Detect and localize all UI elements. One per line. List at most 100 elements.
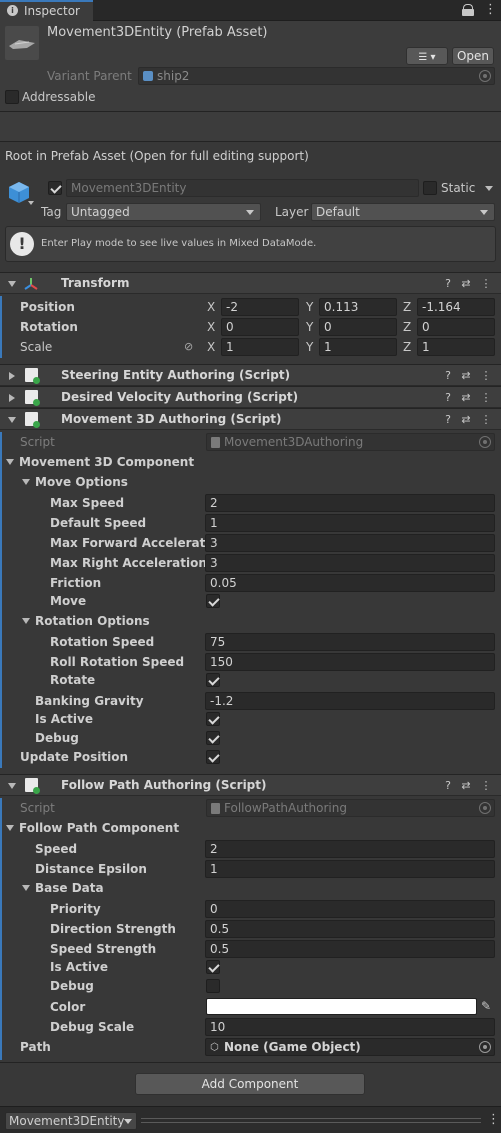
- entity-dropdown[interactable]: Movement3DEntity: [5, 1112, 137, 1130]
- desired-velocity-header[interactable]: Desired Velocity Authoring (Script) ? ⇄ …: [0, 386, 501, 408]
- foldout-arrow-icon[interactable]: [6, 459, 14, 465]
- debug-scale-field[interactable]: 10: [205, 1018, 495, 1036]
- direction-strength-field[interactable]: 0.5: [205, 920, 495, 938]
- max-forward-accel-field[interactable]: 3: [205, 534, 495, 552]
- scale-z-field[interactable]: 1: [417, 338, 495, 356]
- foldout-arrow-icon[interactable]: [8, 417, 16, 423]
- context-menu-icon[interactable]: ⋮: [480, 779, 492, 792]
- context-menu-icon[interactable]: ⋮: [480, 413, 492, 426]
- static-dropdown-arrow[interactable]: [485, 186, 493, 191]
- preset-icon[interactable]: ⇄: [460, 391, 472, 404]
- speed-strength-field[interactable]: 0.5: [205, 940, 495, 958]
- steering-entity-header[interactable]: Steering Entity Authoring (Script) ? ⇄ ⋮: [0, 364, 501, 386]
- rotation-z-field[interactable]: 0: [417, 318, 495, 336]
- icon-dropdown-arrow[interactable]: [28, 201, 34, 205]
- tab-inspector[interactable]: i Inspector: [0, 0, 93, 21]
- follow-component-label[interactable]: Follow Path Component: [19, 820, 179, 836]
- rotate-checkbox[interactable]: [206, 673, 220, 687]
- active-checkbox[interactable]: [48, 181, 62, 195]
- roll-rotation-speed-field[interactable]: 150: [205, 653, 495, 671]
- scale-x-field[interactable]: 1: [221, 338, 299, 356]
- foldout-arrow-icon[interactable]: [8, 281, 16, 287]
- follow-is-active-checkbox[interactable]: [206, 960, 220, 974]
- foldout-arrow-icon[interactable]: [9, 394, 15, 402]
- max-speed-field[interactable]: 2: [205, 494, 495, 512]
- rotation-x-field[interactable]: 0: [221, 318, 299, 336]
- prefab-menu-button[interactable]: ☰ ▾: [406, 47, 448, 65]
- tag-dropdown[interactable]: Untagged: [66, 203, 261, 221]
- preset-icon[interactable]: ⇄: [460, 779, 472, 792]
- help-icon[interactable]: ?: [442, 277, 454, 290]
- speed-field[interactable]: 2: [205, 840, 495, 858]
- rotation-options-label[interactable]: Rotation Options: [35, 613, 150, 629]
- preset-icon[interactable]: ⇄: [460, 369, 472, 382]
- move-checkbox[interactable]: [206, 594, 220, 608]
- link-icon[interactable]: ⊘: [184, 340, 193, 353]
- resize-handle[interactable]: [141, 1118, 481, 1123]
- object-picker-icon[interactable]: [479, 802, 491, 814]
- foldout-arrow-icon[interactable]: [6, 825, 14, 831]
- move-options-label[interactable]: Move Options: [35, 474, 128, 490]
- preset-icon[interactable]: ⇄: [460, 413, 472, 426]
- max-right-accel-field[interactable]: 3: [205, 554, 495, 572]
- tab-menu-icon[interactable]: ⋮: [484, 2, 497, 18]
- scale-y-field[interactable]: 1: [319, 338, 397, 356]
- default-speed-field[interactable]: 1: [205, 514, 495, 532]
- path-field[interactable]: ⬡ None (Game Object): [205, 1038, 495, 1056]
- gameobject-name-field[interactable]: Movement3DEntity: [66, 179, 419, 197]
- axis-z-label[interactable]: Z: [403, 339, 411, 355]
- axis-x-label[interactable]: X: [207, 319, 215, 335]
- context-menu-icon[interactable]: ⋮: [480, 277, 492, 290]
- rotation-y-field[interactable]: 0: [319, 318, 397, 336]
- help-icon[interactable]: ?: [442, 779, 454, 792]
- object-picker-icon[interactable]: [479, 70, 491, 82]
- movement-debug-checkbox[interactable]: [206, 731, 220, 745]
- static-checkbox[interactable]: [423, 181, 437, 195]
- path-value: None (Game Object): [224, 1040, 361, 1054]
- foldout-arrow-icon[interactable]: [9, 372, 15, 380]
- foldout-arrow-icon[interactable]: [22, 479, 30, 485]
- banking-gravity-field[interactable]: -1.2: [205, 692, 495, 710]
- context-menu-icon[interactable]: ⋮: [480, 369, 492, 382]
- update-position-checkbox[interactable]: [206, 750, 220, 764]
- help-icon[interactable]: ?: [442, 413, 454, 426]
- open-button[interactable]: Open: [452, 47, 494, 65]
- base-data-label[interactable]: Base Data: [35, 880, 104, 896]
- roll-rotation-speed-label: Roll Rotation Speed: [50, 655, 185, 669]
- axis-y-label[interactable]: Y: [306, 299, 313, 315]
- friction-field[interactable]: 0.05: [205, 574, 495, 592]
- movement-component-label[interactable]: Movement 3D Component: [19, 454, 194, 470]
- movement-is-active-checkbox[interactable]: [206, 712, 220, 726]
- position-y-field[interactable]: 0.113: [319, 298, 397, 316]
- foldout-arrow-icon[interactable]: [8, 783, 16, 789]
- preset-icon[interactable]: ⇄: [460, 277, 472, 290]
- foldout-arrow-icon[interactable]: [22, 885, 30, 891]
- axis-y-label[interactable]: Y: [306, 339, 313, 355]
- context-menu-icon[interactable]: ⋮: [480, 391, 492, 404]
- movement-3d-header[interactable]: Movement 3D Authoring (Script) ? ⇄ ⋮: [0, 408, 501, 430]
- axis-z-label[interactable]: Z: [403, 319, 411, 335]
- axis-x-label[interactable]: X: [207, 339, 215, 355]
- axis-z-label[interactable]: Z: [403, 299, 411, 315]
- object-picker-icon[interactable]: [479, 1041, 491, 1053]
- footer-menu-icon[interactable]: ⋮: [487, 1112, 500, 1128]
- axis-y-label[interactable]: Y: [306, 319, 313, 335]
- position-z-field[interactable]: -1.164: [417, 298, 495, 316]
- help-icon[interactable]: ?: [442, 391, 454, 404]
- object-picker-icon[interactable]: [479, 436, 491, 448]
- color-swatch[interactable]: [206, 998, 477, 1015]
- follow-path-header[interactable]: Follow Path Authoring (Script) ? ⇄ ⋮: [0, 774, 501, 796]
- position-x-field[interactable]: -2: [221, 298, 299, 316]
- priority-field[interactable]: 0: [205, 900, 495, 918]
- follow-debug-checkbox[interactable]: [206, 979, 220, 993]
- addressable-checkbox[interactable]: [5, 90, 19, 104]
- distance-epsilon-field[interactable]: 1: [205, 860, 495, 878]
- transform-header[interactable]: Transform ? ⇄ ⋮: [0, 272, 501, 294]
- eyedropper-icon[interactable]: ✎: [481, 999, 491, 1013]
- rotation-speed-field[interactable]: 75: [205, 633, 495, 651]
- axis-x-label[interactable]: X: [207, 299, 215, 315]
- foldout-arrow-icon[interactable]: [22, 618, 30, 624]
- add-component-button[interactable]: Add Component: [135, 1073, 365, 1095]
- help-icon[interactable]: ?: [442, 369, 454, 382]
- layer-dropdown[interactable]: Default: [311, 203, 495, 221]
